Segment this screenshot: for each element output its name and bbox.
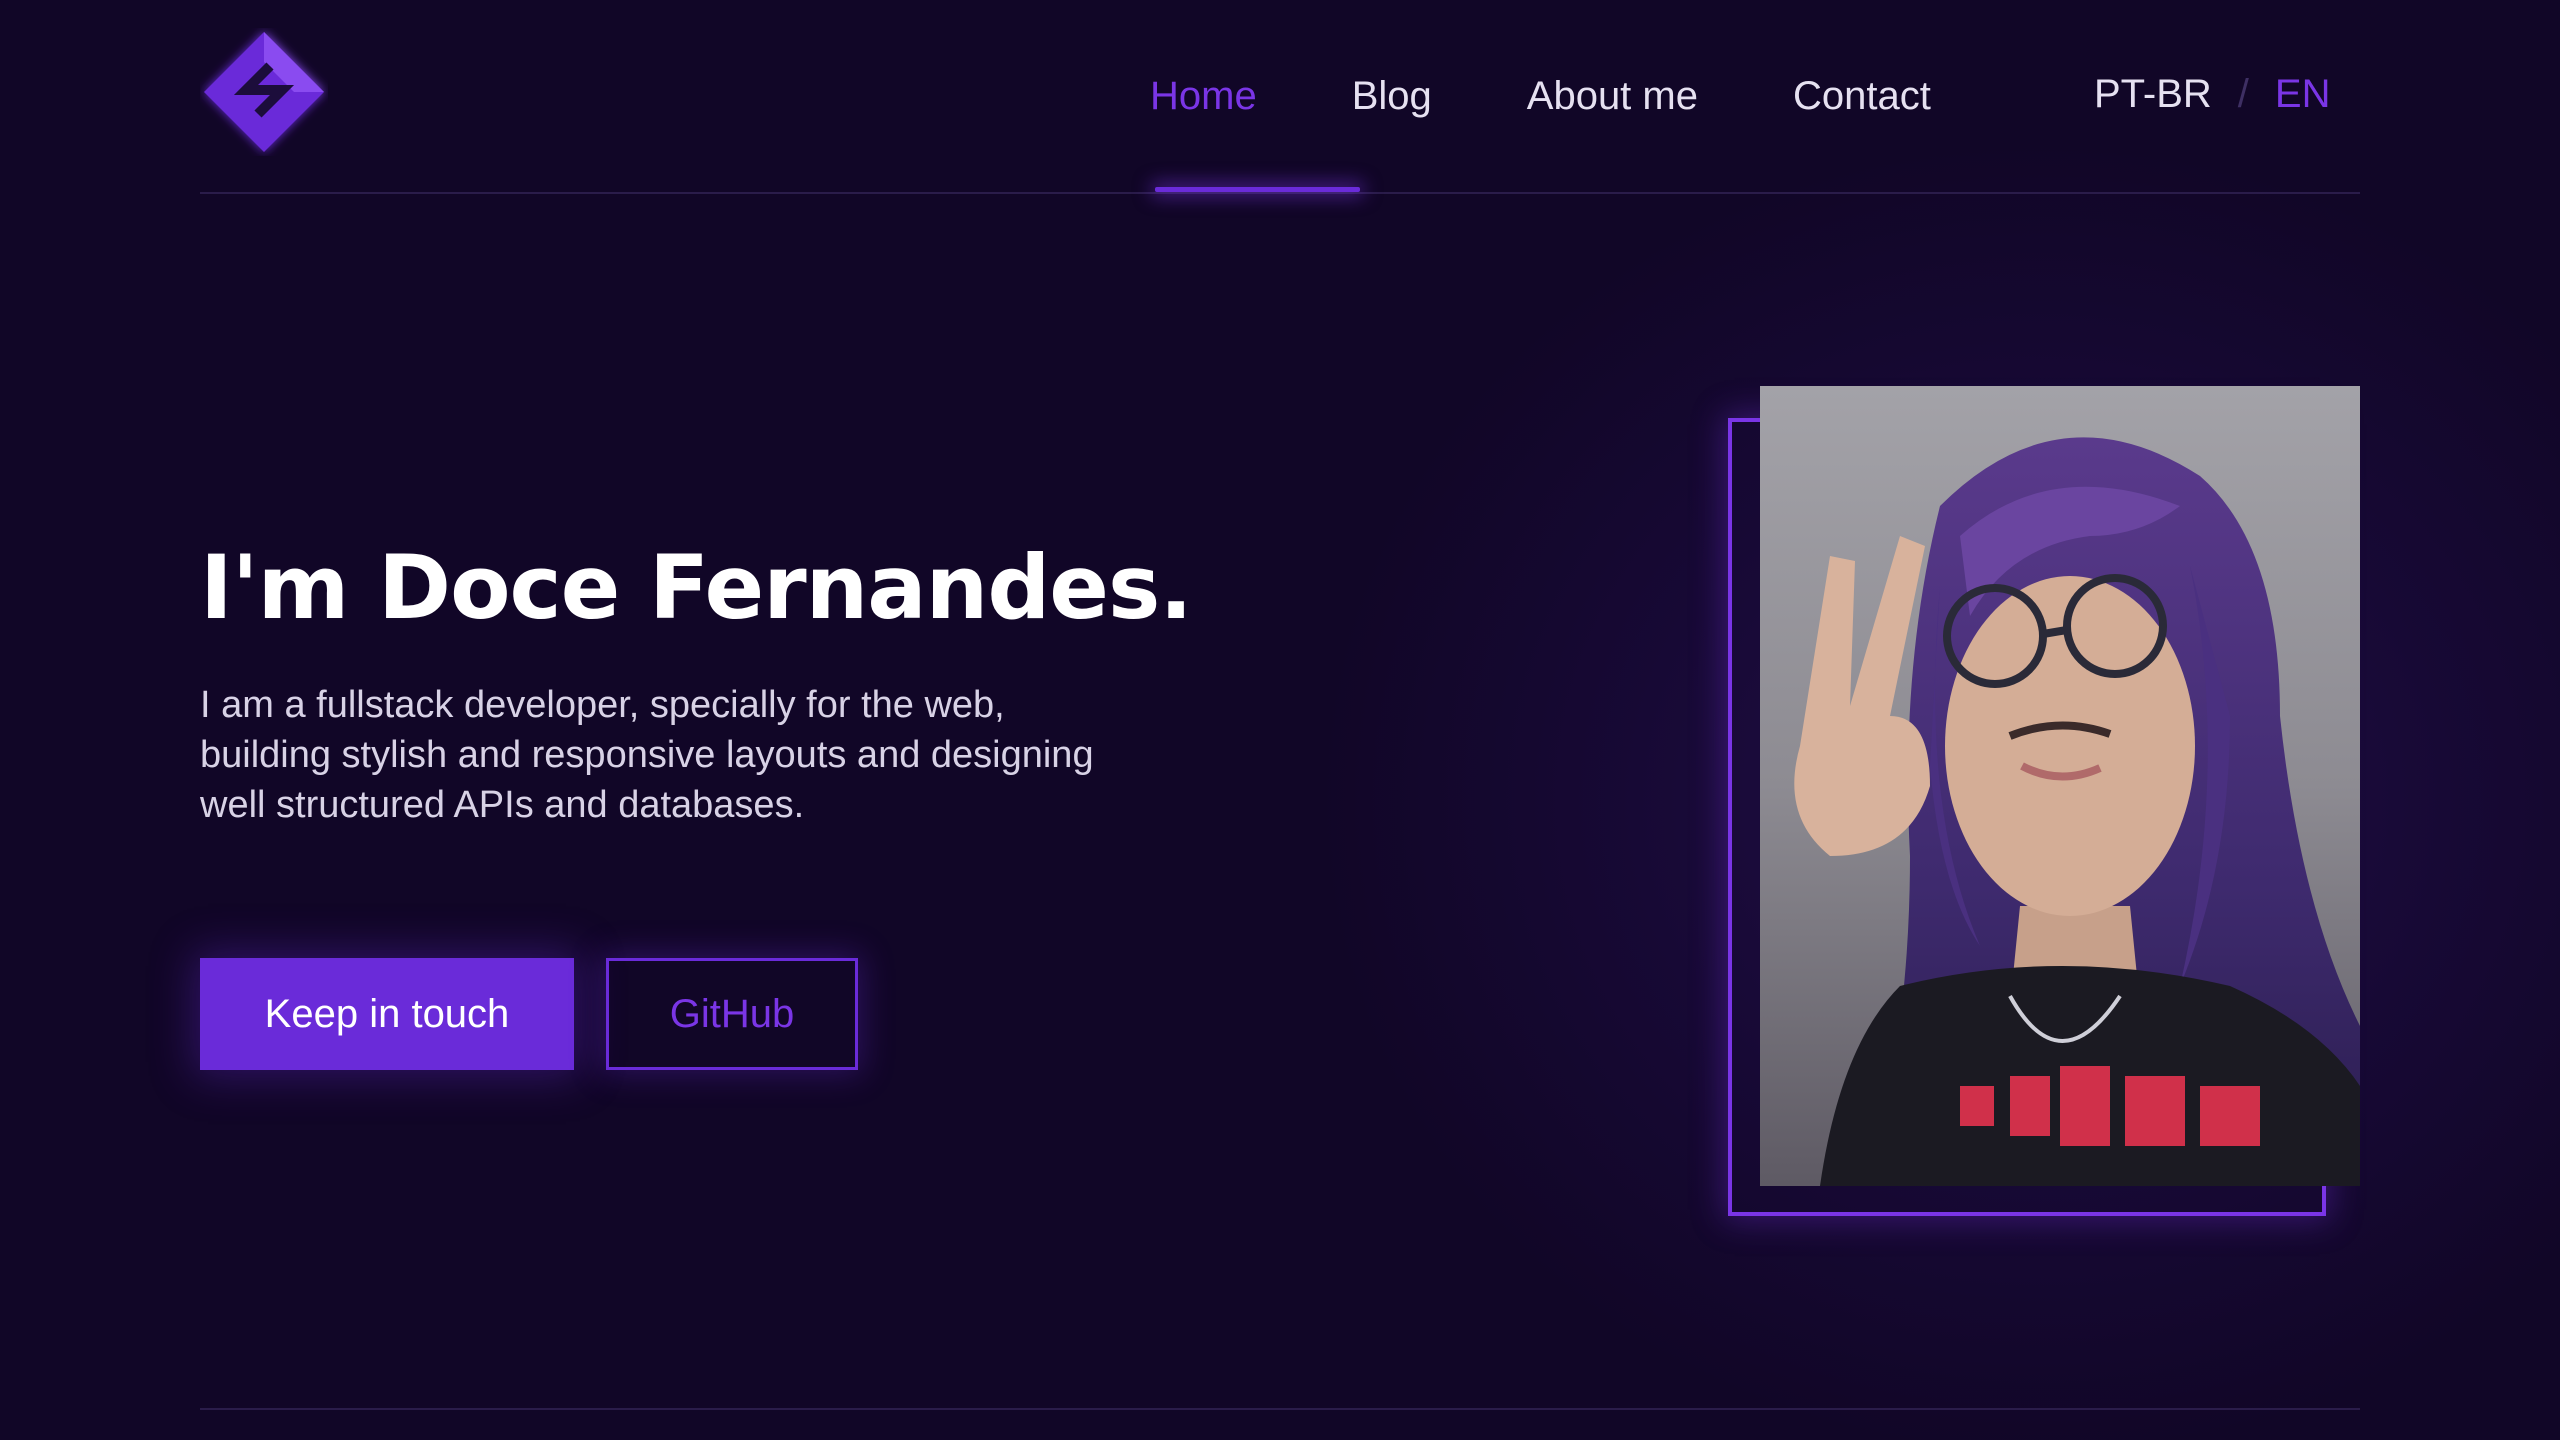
github-button[interactable]: GitHub xyxy=(606,958,858,1070)
hero-title: I'm Doce Fernandes. xyxy=(200,536,1193,639)
nav-about-link[interactable]: About me xyxy=(1527,74,1698,119)
portrait-illustration xyxy=(1760,386,2360,1186)
language-switcher: PT-BR / EN xyxy=(2094,72,2331,117)
nav-blog-link[interactable]: Blog xyxy=(1352,74,1432,119)
lang-ptbr-option[interactable]: PT-BR xyxy=(2094,72,2212,117)
diamond-s-logo-icon xyxy=(204,32,324,152)
main-nav: Home Blog About me Contact xyxy=(1150,60,2026,132)
active-nav-indicator xyxy=(1155,187,1360,192)
lang-en-option[interactable]: EN xyxy=(2275,72,2331,117)
page: Home Blog About me Contact PT-BR / EN I'… xyxy=(0,0,2560,1440)
nav-contact-link[interactable]: Contact xyxy=(1793,74,1931,119)
keep-in-touch-button[interactable]: Keep in touch xyxy=(200,958,574,1070)
nav-home-link[interactable]: Home xyxy=(1150,74,1257,119)
logo[interactable] xyxy=(200,28,328,156)
profile-photo xyxy=(1760,386,2360,1186)
hero-description: I am a fullstack developer, specially fo… xyxy=(200,684,1094,826)
footer-divider xyxy=(200,1408,2360,1410)
lang-separator: / xyxy=(2237,72,2249,116)
